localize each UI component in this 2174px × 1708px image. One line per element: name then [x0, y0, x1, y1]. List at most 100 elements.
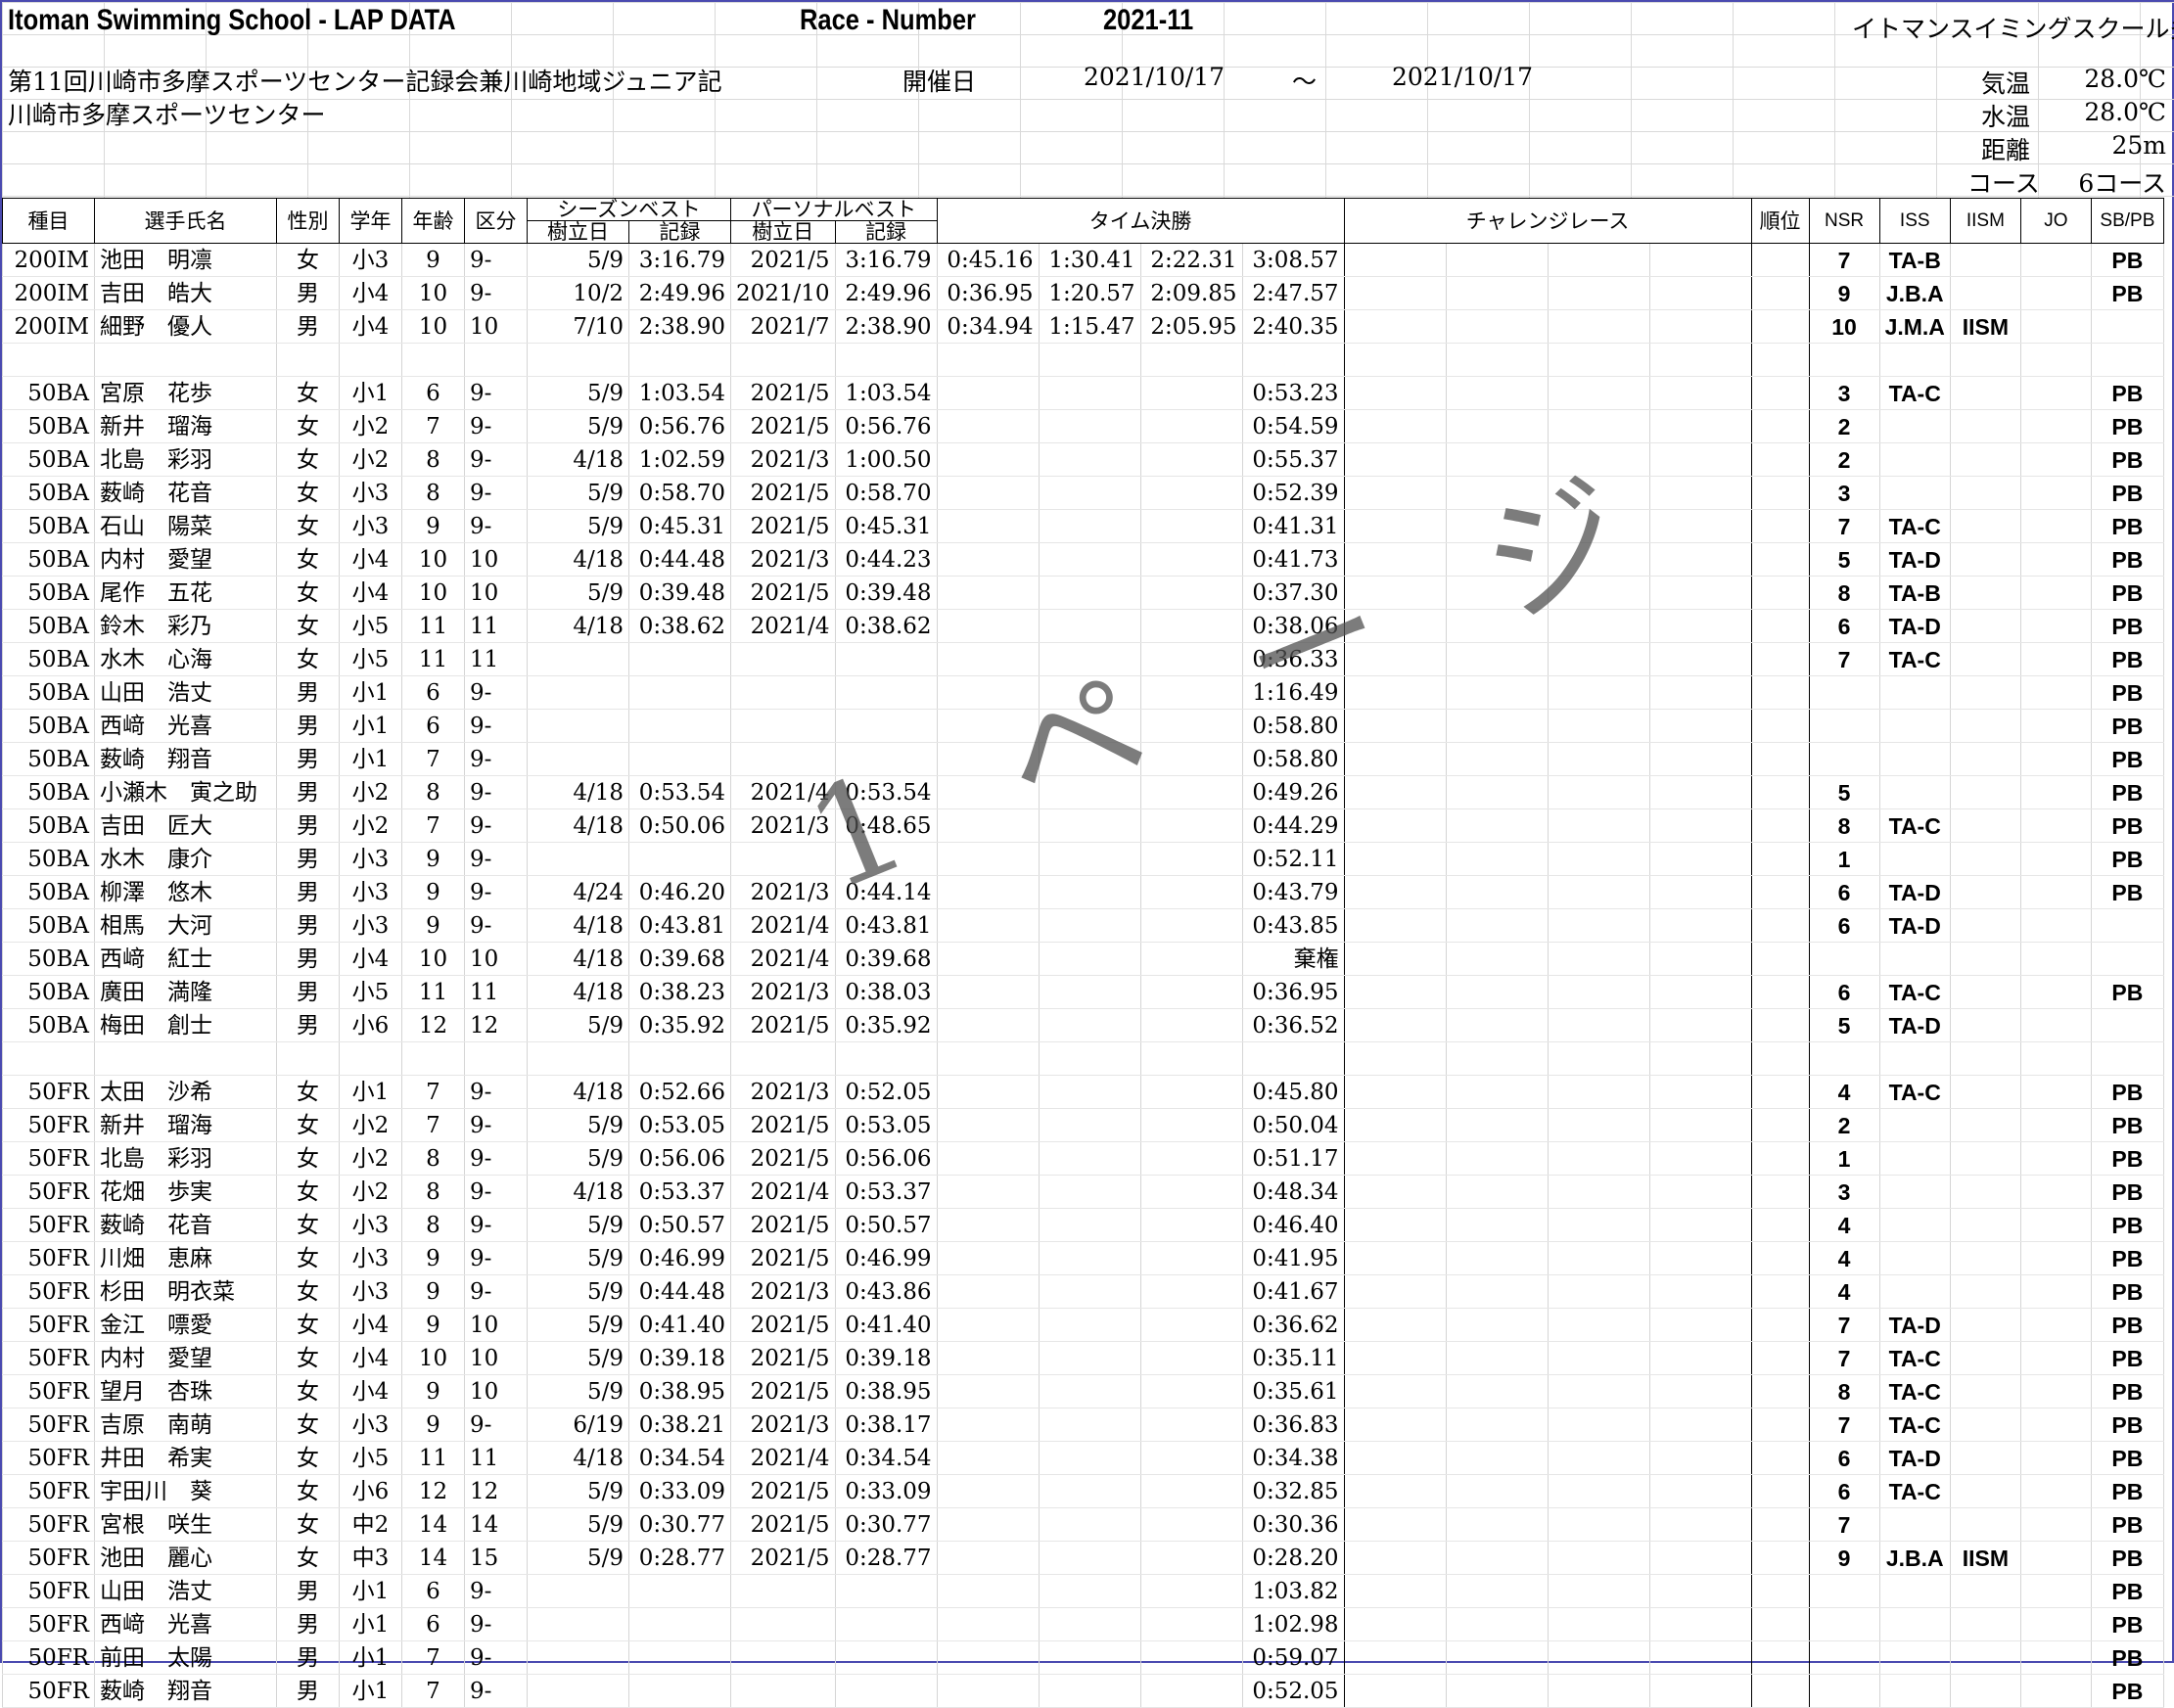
cell-final-time: 0:49.26 [1241, 775, 1345, 809]
cell-pb-date: 2021/3 [730, 975, 836, 1009]
cell-challenge [1547, 343, 1650, 377]
cell-challenge [1445, 1640, 1549, 1675]
cell-sb-date: 4/18 [527, 908, 629, 943]
cell-pb-date: 2021/4 [730, 908, 836, 943]
cell-division: 9- [464, 276, 528, 310]
cell-lap-1 [936, 1640, 1040, 1675]
cell-challenge [1343, 1674, 1447, 1708]
cell-challenge [1547, 1507, 1650, 1542]
cell-nsr [1808, 709, 1880, 743]
cell-pb-date [730, 1640, 836, 1675]
cell-iss: J.M.A [1878, 309, 1951, 344]
cell-challenge [1750, 276, 1810, 310]
cell-lap-3 [1139, 1607, 1243, 1641]
cell-lap-2 [1038, 1041, 1141, 1076]
cell-lap-3 [1139, 1474, 1243, 1508]
cell-sex: 女 [276, 1541, 340, 1575]
cell-sb-pb: PB [2090, 1374, 2164, 1408]
cell-sb-pb: PB [2090, 1640, 2164, 1675]
cell-jo [2019, 875, 2092, 909]
cell-final-time: 棄権 [1241, 942, 1345, 976]
cell-iism [1949, 476, 2021, 510]
cell-age: 6 [401, 675, 465, 710]
cell-sb-pb: PB [2090, 842, 2164, 876]
cell-division: 10 [464, 1308, 528, 1342]
cell-pb-record: 0:52.05 [834, 1075, 938, 1109]
cell-challenge [1445, 542, 1549, 577]
cell-pb-record: 0:53.05 [834, 1108, 938, 1142]
cell-athlete-name: 山田 浩丈 [94, 675, 277, 710]
cell-challenge [1547, 942, 1650, 976]
cell-event: 50FR [2, 1341, 95, 1375]
cell-sb-pb [2090, 1008, 2164, 1042]
cell-pb-record: 0:48.65 [834, 808, 938, 843]
cell-sb-record: 0:38.21 [628, 1408, 731, 1442]
cell-lap-3 [1139, 1507, 1243, 1542]
cell-athlete-name: 西﨑 光喜 [94, 1607, 277, 1641]
cell-athlete-name: 井田 希実 [94, 1441, 277, 1475]
cell-athlete-name: 新井 瑠海 [94, 1108, 277, 1142]
cell-challenge [1343, 1241, 1447, 1275]
cell-challenge [1750, 1274, 1810, 1309]
water-temp: 28.0℃ [2084, 98, 2166, 126]
cell-challenge [1343, 243, 1447, 277]
cell-challenge [1648, 1341, 1752, 1375]
cell-final-time [1241, 1041, 1345, 1076]
cell-pb-date: 2021/5 [730, 1141, 836, 1176]
cell-challenge [1445, 243, 1549, 277]
cell-division: 9- [464, 442, 528, 477]
cell-challenge [1547, 1674, 1650, 1708]
cell-challenge [1750, 376, 1810, 410]
cell-division: 9- [464, 1274, 528, 1309]
cell-division: 11 [464, 609, 528, 643]
cell-sex: 男 [276, 975, 340, 1009]
cell-challenge [1750, 409, 1810, 443]
cell-jo [2019, 1241, 2092, 1275]
cell-challenge [1343, 1607, 1447, 1641]
cell-lap-3 [1139, 1408, 1243, 1442]
table-row: 50BA 北島 彩羽女小2 8 9- 4/18 1:02.59 2021/3 1:00.50 0… [2, 442, 2164, 477]
cell-pb-record [834, 709, 938, 743]
cell-jo [2019, 343, 2092, 377]
cell-challenge [1445, 309, 1549, 344]
cell-challenge [1343, 709, 1447, 743]
table-row: 50FR 宇田川 葵女小6 12 12 5/9 0:33.09 2021/5 0:33.09 0… [2, 1474, 2164, 1508]
cell-lap-1 [936, 1208, 1040, 1242]
cell-sb-record: 0:34.54 [628, 1441, 731, 1475]
table-row: 50BA 薮崎 花音女小3 8 9- 5/9 0:58.70 2021/5 0:58.70 0:… [2, 476, 2164, 510]
cell-lap-2 [1038, 343, 1141, 377]
cell-jo [2019, 775, 2092, 809]
cell-sb-pb: PB [2090, 542, 2164, 577]
cell-jo [2019, 1274, 2092, 1309]
cell-sb-record [628, 742, 731, 776]
cell-sex: 女 [276, 243, 340, 277]
cell-jo [2019, 642, 2092, 676]
cell-final-time: 0:52.11 [1241, 842, 1345, 876]
cell-age: 9 [401, 908, 465, 943]
cell-pb-record: 0:30.77 [834, 1507, 938, 1542]
cell-challenge [1648, 476, 1752, 510]
cell-final-time: 0:43.85 [1241, 908, 1345, 943]
cell-sb-pb: PB [2090, 1075, 2164, 1109]
cell-event: 50BA [2, 642, 95, 676]
cell-challenge [1547, 1408, 1650, 1442]
cell-jo [2019, 243, 2092, 277]
cell-iss [1878, 1175, 1951, 1209]
cell-division: 9- [464, 1674, 528, 1708]
cell-division: 11 [464, 975, 528, 1009]
cell-lap-3 [1139, 1674, 1243, 1708]
cell-lap-1 [936, 942, 1040, 976]
cell-challenge [1750, 1541, 1810, 1575]
cell-pb-record [834, 842, 938, 876]
cell-pb-record [834, 742, 938, 776]
cell-iism [1949, 576, 2021, 610]
cell-challenge [1547, 1640, 1650, 1675]
cell-athlete-name: 池田 明凛 [94, 243, 277, 277]
cell-grade: 小1 [339, 1607, 402, 1641]
cell-challenge [1547, 476, 1650, 510]
cell-division: 11 [464, 642, 528, 676]
cell-lap-3 [1139, 1308, 1243, 1342]
cell-lap-3 [1139, 343, 1243, 377]
meet-name: 第11回川崎市多摩スポーツセンター記録会兼川崎地域ジュニア記 [8, 68, 722, 96]
cell-iss [1878, 1241, 1951, 1275]
